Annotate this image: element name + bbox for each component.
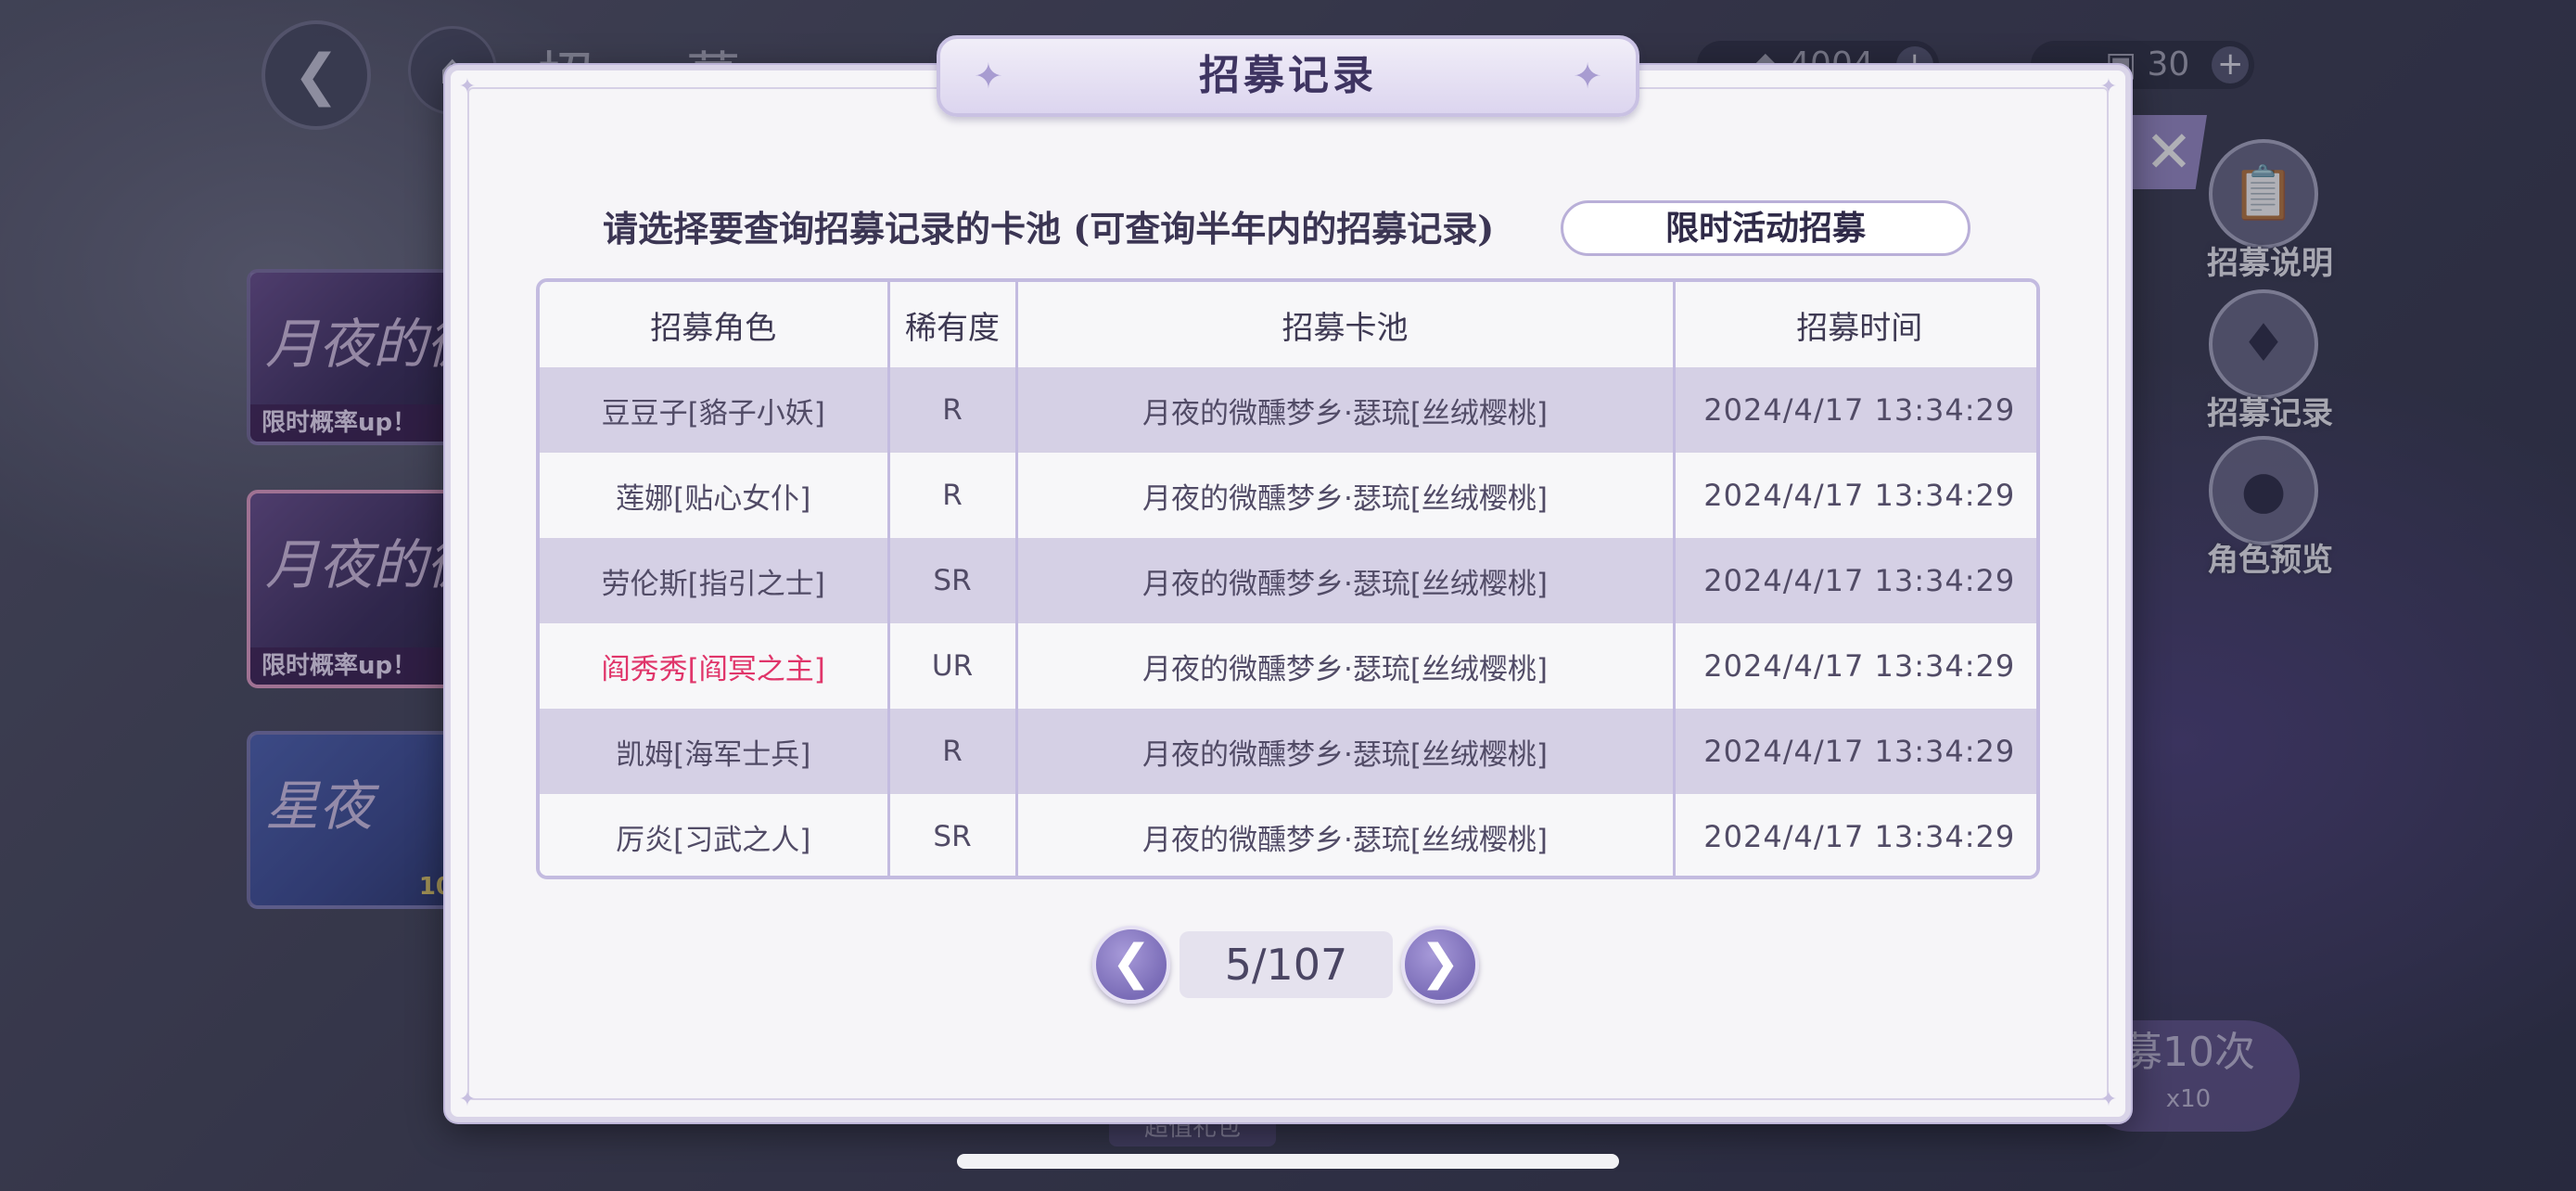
corner-ornament-icon: ✦ xyxy=(458,1088,477,1111)
time-cell: 2024/4/17 13:34:29 xyxy=(1674,794,2036,876)
pool-cell: 月夜的微醺梦乡·瑟琉[丝绒樱桃] xyxy=(1016,794,1676,876)
pool-cell: 月夜的微醺梦乡·瑟琉[丝绒樱桃] xyxy=(1016,367,1676,453)
character-cell: 凯姆[海军士兵] xyxy=(540,709,890,794)
time-cell: 2024/4/17 13:34:29 xyxy=(1674,538,2036,623)
character-cell: 劳伦斯[指引之士] xyxy=(540,538,890,623)
corner-ornament-icon: ✦ xyxy=(458,75,477,98)
column-header-rarity: 稀有度 xyxy=(888,282,1018,367)
character-cell: 莲娜[贴心女仆] xyxy=(540,453,890,538)
column-header-character: 招募角色 xyxy=(540,282,890,367)
rarity-cell: SR xyxy=(888,794,1018,876)
corner-ornament-icon: ✦ xyxy=(2099,75,2118,98)
table-row: 凯姆[海军士兵] R 月夜的微醺梦乡·瑟琉[丝绒樱桃] 2024/4/17 13… xyxy=(540,709,2036,794)
pool-cell: 月夜的微醺梦乡·瑟琉[丝绒樱桃] xyxy=(1016,453,1676,538)
character-cell: 豆豆子[貉子小妖] xyxy=(540,367,890,453)
page-indicator: 5/107 xyxy=(1180,931,1393,998)
time-cell: 2024/4/17 13:34:29 xyxy=(1674,453,2036,538)
records-table: 招募角色 稀有度 招募卡池 招募时间 豆豆子[貉子小妖] R 月夜的微醺梦乡·瑟… xyxy=(536,278,2040,879)
pool-prompt: 请选择要查询招募记录的卡池 (可查询半年内的招募记录) xyxy=(603,208,1495,250)
pool-selector-button[interactable]: 限时活动招募 xyxy=(1561,200,1970,256)
rarity-cell: SR xyxy=(888,538,1018,623)
character-cell: 厉炎[习武之人] xyxy=(540,794,890,876)
time-cell: 2024/4/17 13:34:29 xyxy=(1674,623,2036,709)
modal-title-plate: ✦ 招募记录 ✦ xyxy=(937,35,1639,117)
modal-title: 招募记录 xyxy=(1199,52,1377,99)
previous-page-button[interactable]: ❮ xyxy=(1092,926,1170,1004)
time-cell: 2024/4/17 13:34:29 xyxy=(1674,709,2036,794)
sparkle-icon: ✦ xyxy=(974,56,1003,96)
column-header-pool: 招募卡池 xyxy=(1016,282,1676,367)
rarity-cell: UR xyxy=(888,623,1018,709)
table-row: 豆豆子[貉子小妖] R 月夜的微醺梦乡·瑟琉[丝绒樱桃] 2024/4/17 1… xyxy=(540,367,2036,453)
table-row: 厉炎[习武之人] SR 月夜的微醺梦乡·瑟琉[丝绒樱桃] 2024/4/17 1… xyxy=(540,794,2036,876)
corner-ornament-icon: ✦ xyxy=(2099,1088,2118,1111)
time-cell: 2024/4/17 13:34:29 xyxy=(1674,367,2036,453)
table-row: 劳伦斯[指引之士] SR 月夜的微醺梦乡·瑟琉[丝绒樱桃] 2024/4/17 … xyxy=(540,538,2036,623)
chevron-right-icon: ❯ xyxy=(1420,935,1460,991)
character-cell-ur: 阎秀秀[阎冥之主] xyxy=(540,623,890,709)
sparkle-icon: ✦ xyxy=(1573,56,1602,96)
rarity-cell: R xyxy=(888,453,1018,538)
table-header-row: 招募角色 稀有度 招募卡池 招募时间 xyxy=(540,282,2036,367)
home-indicator-bar[interactable] xyxy=(957,1154,1619,1169)
rarity-cell: R xyxy=(888,709,1018,794)
pool-cell: 月夜的微醺梦乡·瑟琉[丝绒樱桃] xyxy=(1016,538,1676,623)
table-row: 莲娜[贴心女仆] R 月夜的微醺梦乡·瑟琉[丝绒樱桃] 2024/4/17 13… xyxy=(540,453,2036,538)
next-page-button[interactable]: ❯ xyxy=(1401,926,1479,1004)
rarity-cell: R xyxy=(888,367,1018,453)
pool-cell: 月夜的微醺梦乡·瑟琉[丝绒樱桃] xyxy=(1016,623,1676,709)
pool-cell: 月夜的微醺梦乡·瑟琉[丝绒樱桃] xyxy=(1016,709,1676,794)
column-header-time: 招募时间 xyxy=(1674,282,2036,367)
chevron-left-icon: ❮ xyxy=(1111,935,1152,991)
table-row: 阎秀秀[阎冥之主] UR 月夜的微醺梦乡·瑟琉[丝绒樱桃] 2024/4/17 … xyxy=(540,623,2036,709)
